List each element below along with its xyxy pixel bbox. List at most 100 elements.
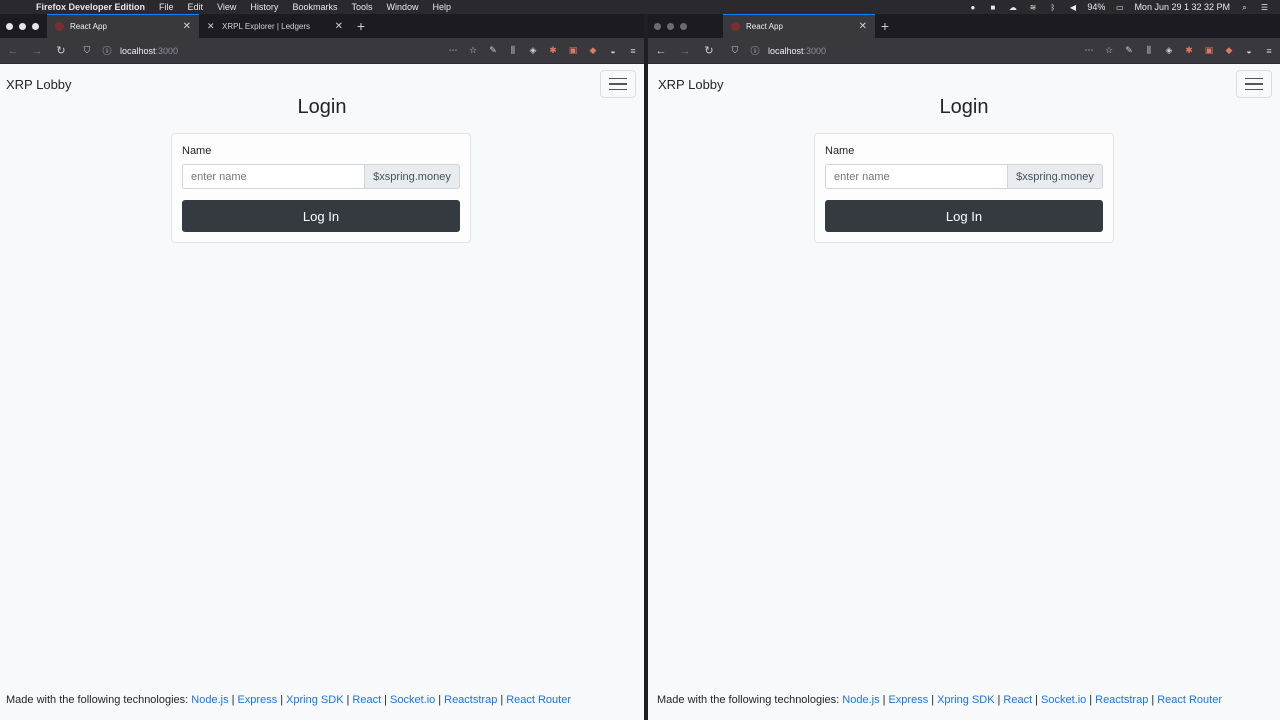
extension-icon[interactable]: ▣ bbox=[1202, 44, 1216, 58]
tracking-shield-icon[interactable]: ⛉ bbox=[728, 44, 742, 58]
extension-icon[interactable]: ✱ bbox=[546, 44, 560, 58]
url-bar[interactable]: ⛉ ⓘ localhost:3000 ⋯ ☆ bbox=[724, 42, 1116, 60]
footer-prefix: Made with the following technologies: bbox=[657, 694, 840, 706]
name-input-group: $xspring.money bbox=[182, 164, 460, 189]
extension-icon[interactable]: ◆ bbox=[1222, 44, 1236, 58]
link-reactstrap[interactable]: Reactstrap bbox=[444, 694, 497, 706]
link-reactstrap[interactable]: Reactstrap bbox=[1095, 694, 1148, 706]
menu-view[interactable]: View bbox=[217, 2, 236, 12]
navbar-toggler-button[interactable] bbox=[600, 70, 636, 98]
link-react-router[interactable]: React Router bbox=[506, 694, 571, 706]
tab-xrpl-explorer[interactable]: ✕ XRPL Explorer | Ledgers ✕ bbox=[199, 14, 351, 38]
wifi-icon[interactable]: ≋ bbox=[1027, 3, 1038, 12]
devtools-wrench-icon[interactable]: ✎ bbox=[1122, 44, 1136, 58]
footer-separator: | bbox=[1035, 694, 1039, 706]
link-socketio[interactable]: Socket.io bbox=[1041, 694, 1086, 706]
minimize-window-icon[interactable] bbox=[19, 22, 26, 30]
notification-center-icon[interactable]: ☰ bbox=[1259, 3, 1270, 12]
link-xpring-sdk[interactable]: Xpring SDK bbox=[286, 694, 343, 706]
footer-separator: | bbox=[931, 694, 935, 706]
extension-icon[interactable]: ◒ bbox=[1242, 44, 1256, 58]
extension-icon[interactable]: ✱ bbox=[1182, 44, 1196, 58]
bookmark-star-icon[interactable]: ☆ bbox=[1102, 44, 1116, 58]
page-actions-icon[interactable]: ⋯ bbox=[446, 44, 460, 58]
tab-react-app[interactable]: React App ✕ bbox=[723, 14, 875, 38]
menu-tools[interactable]: Tools bbox=[351, 2, 372, 12]
link-nodejs[interactable]: Node.js bbox=[191, 694, 228, 706]
brand-link[interactable]: XRP Lobby bbox=[658, 77, 724, 92]
menu-app-name[interactable]: Firefox Developer Edition bbox=[36, 2, 145, 12]
battery-percent: 94% bbox=[1087, 2, 1106, 12]
link-nodejs[interactable]: Node.js bbox=[842, 694, 879, 706]
close-tab-icon[interactable]: ✕ bbox=[183, 21, 191, 32]
spotlight-icon[interactable]: ⌕ bbox=[1239, 3, 1250, 12]
react-favicon-icon bbox=[731, 22, 740, 31]
footer-prefix: Made with the following technologies: bbox=[6, 694, 189, 706]
tracking-shield-icon[interactable]: ⛉ bbox=[80, 44, 94, 58]
menu-window[interactable]: Window bbox=[386, 2, 418, 12]
maximize-window-icon[interactable] bbox=[32, 22, 39, 30]
maximize-window-icon[interactable] bbox=[680, 22, 687, 30]
menu-edit[interactable]: Edit bbox=[188, 2, 204, 12]
close-window-icon[interactable] bbox=[6, 22, 13, 30]
reload-icon[interactable]: ↻ bbox=[700, 42, 718, 60]
new-tab-icon[interactable]: + bbox=[875, 14, 895, 38]
zoom-icon[interactable]: ■ bbox=[987, 3, 998, 12]
menu-hamburger-icon[interactable]: ≡ bbox=[626, 44, 640, 58]
extension-icon[interactable]: ◒ bbox=[606, 44, 620, 58]
menu-file[interactable]: File bbox=[159, 2, 174, 12]
name-input[interactable] bbox=[182, 164, 364, 189]
extension-shield-icon[interactable]: ◈ bbox=[526, 44, 540, 58]
bookmark-star-icon[interactable]: ☆ bbox=[466, 44, 480, 58]
navbar-toggler-button[interactable] bbox=[1236, 70, 1272, 98]
footer: Made with the following technologies: No… bbox=[657, 694, 1222, 706]
login-button[interactable]: Log In bbox=[825, 200, 1103, 232]
footer-separator: | bbox=[1089, 694, 1093, 706]
site-info-icon[interactable]: ⓘ bbox=[748, 44, 762, 58]
link-react[interactable]: React bbox=[352, 694, 381, 706]
extension-icon[interactable]: ▣ bbox=[566, 44, 580, 58]
link-xpring-sdk[interactable]: Xpring SDK bbox=[937, 694, 994, 706]
record-icon[interactable]: ● bbox=[967, 3, 978, 12]
link-react-router[interactable]: React Router bbox=[1157, 694, 1222, 706]
page-viewport: XRP Lobby Login Name $xspring.money Log … bbox=[0, 64, 644, 720]
page-actions-icon[interactable]: ⋯ bbox=[1082, 44, 1096, 58]
volume-icon[interactable]: ◀ bbox=[1067, 3, 1078, 12]
tab-react-app[interactable]: React App ✕ bbox=[47, 14, 199, 38]
menu-hamburger-icon[interactable]: ≡ bbox=[1262, 44, 1276, 58]
url-port: :3000 bbox=[155, 45, 179, 56]
forward-icon[interactable]: → bbox=[676, 42, 694, 60]
footer-separator: | bbox=[997, 694, 1001, 706]
back-icon[interactable]: ← bbox=[4, 42, 22, 60]
extension-icon[interactable]: ◆ bbox=[586, 44, 600, 58]
extension-shield-icon[interactable]: ◈ bbox=[1162, 44, 1176, 58]
menu-help[interactable]: Help bbox=[432, 2, 451, 12]
devtools-wrench-icon[interactable]: ✎ bbox=[486, 44, 500, 58]
new-tab-icon[interactable]: + bbox=[351, 14, 371, 38]
back-icon[interactable]: ← bbox=[652, 42, 670, 60]
library-icon[interactable]: ⫼ bbox=[506, 44, 520, 58]
bluetooth-icon[interactable]: ᛒ bbox=[1047, 3, 1058, 12]
menu-bookmarks[interactable]: Bookmarks bbox=[292, 2, 337, 12]
clock[interactable]: Mon Jun 29 1 32 32 PM bbox=[1134, 2, 1230, 12]
close-tab-icon[interactable]: ✕ bbox=[859, 21, 867, 32]
close-window-icon[interactable] bbox=[654, 22, 661, 30]
login-button[interactable]: Log In bbox=[182, 200, 460, 232]
link-react[interactable]: React bbox=[1003, 694, 1032, 706]
brand-link[interactable]: XRP Lobby bbox=[6, 77, 72, 92]
tab-label: XRPL Explorer | Ledgers bbox=[222, 21, 311, 31]
link-socketio[interactable]: Socket.io bbox=[390, 694, 435, 706]
battery-icon[interactable]: ▭ bbox=[1114, 3, 1125, 12]
name-input[interactable] bbox=[825, 164, 1007, 189]
url-bar[interactable]: ⛉ ⓘ localhost:3000 ⋯ ☆ bbox=[76, 42, 480, 60]
library-icon[interactable]: ⫼ bbox=[1142, 44, 1156, 58]
link-express[interactable]: Express bbox=[888, 694, 928, 706]
site-info-icon[interactable]: ⓘ bbox=[100, 44, 114, 58]
forward-icon[interactable]: → bbox=[28, 42, 46, 60]
link-express[interactable]: Express bbox=[237, 694, 277, 706]
minimize-window-icon[interactable] bbox=[667, 22, 674, 30]
menu-history[interactable]: History bbox=[250, 2, 278, 12]
reload-icon[interactable]: ↻ bbox=[52, 42, 70, 60]
cloud-icon[interactable]: ☁ bbox=[1007, 3, 1018, 12]
close-tab-icon[interactable]: ✕ bbox=[335, 21, 343, 32]
